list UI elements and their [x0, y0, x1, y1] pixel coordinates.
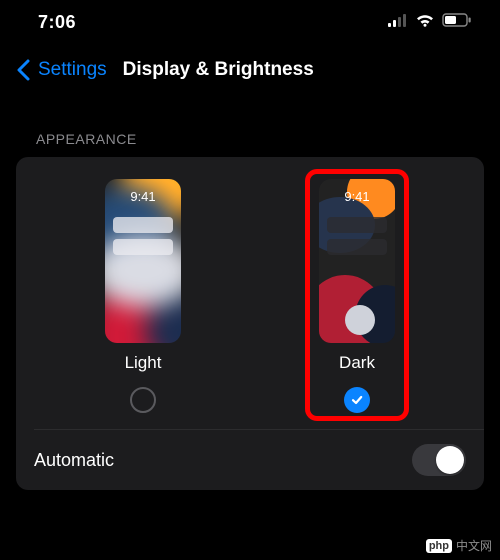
light-label: Light	[125, 353, 162, 373]
dark-label: Dark	[339, 353, 375, 373]
nav-bar: Settings Display & Brightness	[0, 37, 500, 99]
switch-knob	[436, 446, 464, 474]
light-widget	[113, 239, 173, 255]
wifi-icon	[415, 13, 435, 32]
dark-widget	[327, 217, 387, 233]
status-icons	[388, 13, 472, 32]
light-preview: 9:41	[105, 179, 181, 343]
automatic-row: Automatic	[16, 430, 484, 490]
watermark: php 中文网	[426, 537, 492, 554]
status-time: 7:06	[38, 12, 76, 33]
automatic-label: Automatic	[34, 450, 114, 471]
appearance-option-light[interactable]: 9:41 Light	[105, 179, 181, 413]
status-bar: 7:06	[0, 0, 500, 37]
back-button[interactable]: Settings	[38, 59, 107, 81]
dark-preview: 9:41	[319, 179, 395, 343]
watermark-text: 中文网	[456, 537, 492, 554]
page-title: Display & Brightness	[123, 59, 314, 81]
appearance-section-header: APPEARANCE	[0, 99, 500, 157]
dark-widget	[327, 239, 387, 255]
automatic-switch[interactable]	[412, 444, 466, 476]
dark-radio[interactable]	[344, 387, 370, 413]
battery-icon	[442, 13, 472, 32]
appearance-option-dark[interactable]: 9:41 Dark	[319, 179, 395, 413]
light-radio[interactable]	[130, 387, 156, 413]
back-chevron-icon[interactable]	[16, 59, 30, 81]
light-widget	[113, 217, 173, 233]
light-preview-time: 9:41	[105, 189, 181, 204]
watermark-logo: php	[426, 539, 452, 553]
appearance-panel: 9:41 Light 9:41	[16, 157, 484, 490]
dark-preview-time: 9:41	[319, 189, 395, 204]
cellular-icon	[388, 14, 408, 32]
appearance-row: 9:41 Light 9:41	[16, 157, 484, 429]
